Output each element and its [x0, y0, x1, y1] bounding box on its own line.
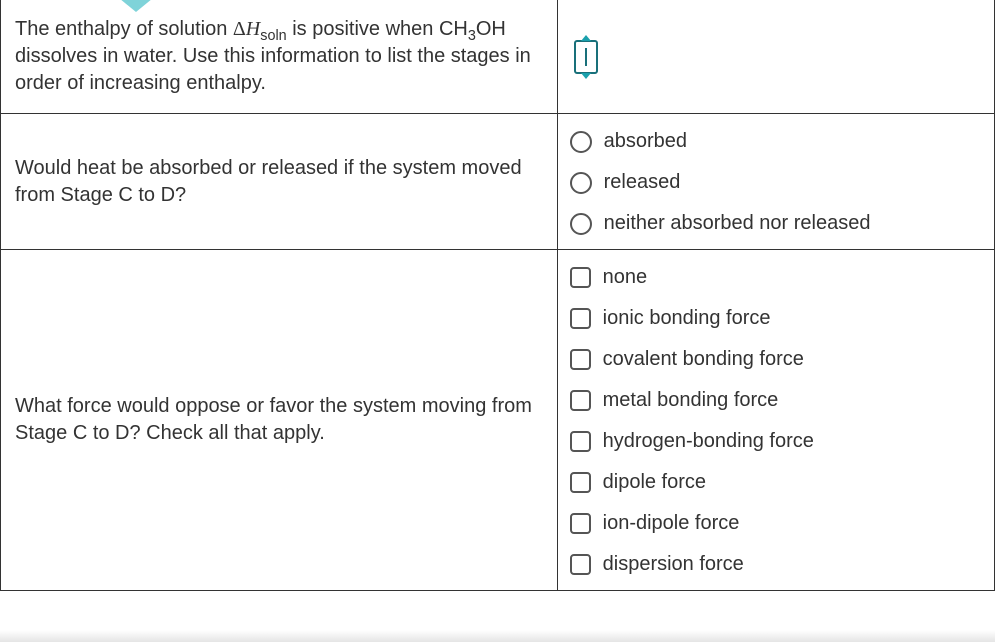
option-label: metal bonding force — [603, 387, 779, 414]
h-symbol: H — [246, 18, 260, 40]
delta-h-symbol: ΔHsoln — [233, 18, 287, 40]
option-label: ion-dipole force — [603, 510, 740, 537]
q3-option[interactable]: ionic bonding force — [570, 301, 982, 342]
a1-cell — [557, 0, 994, 114]
checkbox-icon[interactable] — [570, 349, 591, 370]
chem-fragment: CH — [439, 18, 468, 40]
option-label: absorbed — [604, 128, 687, 155]
q2-text: Would heat be absorbed or released if th… — [13, 149, 545, 215]
q3-option[interactable]: dispersion force — [570, 547, 982, 580]
option-label: dispersion force — [603, 551, 744, 578]
radio-icon[interactable] — [570, 213, 592, 235]
option-label: covalent bonding force — [603, 346, 804, 373]
previous-item-arrow-icon — [114, 0, 158, 12]
q3-option[interactable]: ion-dipole force — [570, 506, 982, 547]
option-label: released — [604, 169, 681, 196]
soln-subscript: soln — [260, 28, 286, 44]
q3-option[interactable]: covalent bonding force — [570, 342, 982, 383]
q1-text-fragment: is positive when — [287, 18, 439, 40]
option-label: hydrogen-bonding force — [603, 428, 814, 455]
checkbox-icon[interactable] — [570, 390, 591, 411]
chem-subscript: 3 — [468, 28, 476, 44]
q2-option[interactable]: neither absorbed nor released — [570, 206, 982, 239]
q1-text-fragment: dissolves in water. Use this information… — [15, 45, 531, 94]
option-label: dipole force — [603, 469, 706, 496]
q3-option[interactable]: none — [570, 260, 982, 301]
q2-option[interactable]: absorbed — [570, 124, 982, 165]
chem-fragment: OH — [476, 18, 506, 40]
checkbox-icon[interactable] — [570, 554, 591, 575]
q2-cell: Would heat be absorbed or released if th… — [1, 114, 558, 250]
checkbox-icon[interactable] — [570, 513, 591, 534]
q2-option[interactable]: released — [570, 165, 982, 206]
a2-cell: absorbed released neither absorbed nor r… — [557, 114, 994, 250]
bottom-fade-overlay — [0, 630, 995, 642]
checkbox-icon[interactable] — [570, 267, 591, 288]
checkbox-icon[interactable] — [570, 308, 591, 329]
q3-option[interactable]: dipole force — [570, 465, 982, 506]
q1-text-fragment: The enthalpy of solution — [15, 18, 233, 40]
option-label: none — [603, 264, 648, 291]
sort-handle-icon[interactable] — [574, 40, 598, 74]
q1-text: The enthalpy of solution ΔHsoln is posit… — [13, 10, 545, 103]
checkbox-icon[interactable] — [570, 431, 591, 452]
q3-cell: What force would oppose or favor the sys… — [1, 250, 558, 591]
q3-text: What force would oppose or favor the sys… — [13, 387, 545, 453]
checkbox-icon[interactable] — [570, 472, 591, 493]
a3-cell: none ionic bonding force covalent bondin… — [557, 250, 994, 591]
option-label: neither absorbed nor released — [604, 210, 871, 237]
radio-icon[interactable] — [570, 131, 592, 153]
q3-option[interactable]: hydrogen-bonding force — [570, 424, 982, 465]
question-table: The enthalpy of solution ΔHsoln is posit… — [0, 0, 995, 591]
radio-icon[interactable] — [570, 172, 592, 194]
q1-cell: The enthalpy of solution ΔHsoln is posit… — [1, 0, 558, 114]
q3-option[interactable]: metal bonding force — [570, 383, 982, 424]
delta-symbol: Δ — [233, 18, 246, 40]
option-label: ionic bonding force — [603, 305, 771, 332]
chemical-formula: CH3OH — [439, 18, 506, 40]
